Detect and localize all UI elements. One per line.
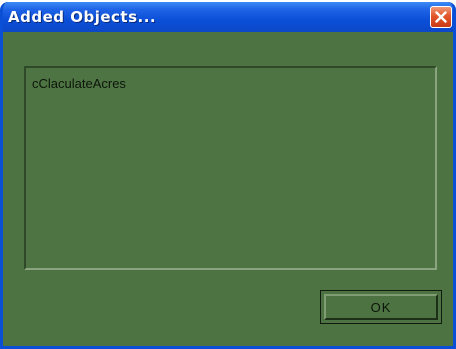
title-bar[interactable]: Added Objects...: [3, 2, 453, 32]
ok-button-label: OK: [370, 299, 392, 315]
list-item[interactable]: cClaculateAcres: [32, 76, 126, 91]
ok-button[interactable]: OK: [320, 290, 442, 324]
window-title: Added Objects...: [8, 8, 157, 26]
close-icon: [435, 11, 447, 23]
objects-list[interactable]: cClaculateAcres: [24, 66, 437, 270]
ok-button-focus-frame: OK: [324, 294, 438, 320]
close-button[interactable]: [430, 6, 452, 28]
